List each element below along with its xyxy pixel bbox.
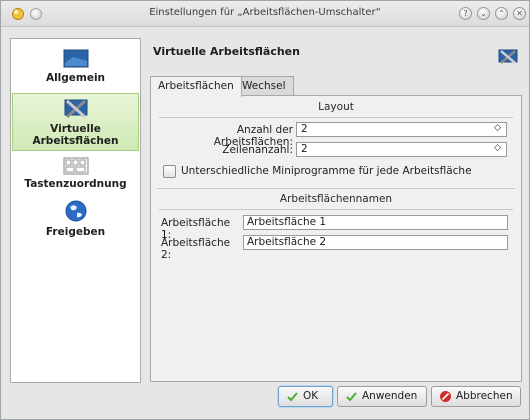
keyboard-icon [63, 157, 88, 175]
tab-label: Wechsel [242, 80, 286, 92]
row-count-value: 2 [301, 143, 308, 155]
layout-divider [159, 117, 513, 118]
row-count-spinbox[interactable]: 2 ◇ [296, 142, 507, 157]
names-heading: Arbeitsflächennamen [279, 193, 393, 205]
minimize-button[interactable]: ⌄ [477, 7, 490, 20]
maximize-button[interactable]: ⌃ [495, 7, 508, 20]
tab-arbeitsflaechen[interactable]: Arbeitsflächen [150, 76, 242, 97]
sidebar-item-tastenzuordnung[interactable]: Tastenzuordnung [12, 157, 139, 197]
different-widgets-checkbox[interactable] [163, 165, 176, 178]
category-sidebar: Allgemein Virtuelle Arbeitsflächen Taste… [10, 38, 141, 383]
ok-label: OK [303, 390, 319, 402]
cancel-icon [440, 391, 451, 402]
desktop-name-input-2[interactable]: Arbeitsfläche 2 [243, 235, 508, 250]
desktop-count-value: 2 [301, 123, 308, 135]
title-bar[interactable]: Einstellungen für „Arbeitsflächen-Umscha… [1, 1, 529, 27]
sidebar-item-virtuelle-arbeitsflaechen[interactable]: Virtuelle Arbeitsflächen [12, 93, 139, 151]
tab-panel: Layout Anzahl der Arbeitsflächen: 2 ◇ Ze… [150, 95, 522, 382]
window-title: Einstellungen für „Arbeitsflächen-Umscha… [149, 7, 381, 18]
cancel-button[interactable]: Abbrechen [431, 386, 521, 407]
different-widgets-label[interactable]: Unterschiedliche Miniprogramme für jede … [181, 165, 472, 177]
spin-arrows-icon[interactable]: ◇ [494, 142, 501, 155]
settings-window: Einstellungen für „Arbeitsflächen-Umscha… [0, 0, 530, 420]
sidebar-item-label: Freigeben [45, 226, 106, 238]
apply-button[interactable]: Anwenden [337, 386, 427, 407]
monitor-icon [63, 49, 88, 68]
row-count-label: Zeilenanzahl: [222, 144, 293, 156]
ok-button[interactable]: OK [278, 386, 333, 407]
sidebar-item-label: Virtuelle Arbeitsflächen [32, 123, 119, 147]
names-divider [159, 209, 513, 210]
desktop-tools-icon [498, 49, 518, 64]
apply-label: Anwenden [362, 390, 418, 402]
close-button[interactable]: ✕ [513, 7, 526, 20]
sidebar-item-freigeben[interactable]: Freigeben [12, 199, 139, 239]
cancel-label: Abbrechen [456, 390, 513, 402]
globe-icon [65, 200, 86, 222]
desktop-count-spinbox[interactable]: 2 ◇ [296, 122, 507, 137]
spin-arrows-icon[interactable]: ◇ [494, 122, 501, 135]
sticky-button[interactable] [30, 8, 42, 20]
group-separator [157, 188, 515, 189]
checkmark-icon [287, 392, 298, 402]
tab-label: Arbeitsflächen [158, 80, 234, 92]
layout-heading: Layout [318, 101, 354, 113]
app-menu-icon[interactable] [11, 7, 25, 21]
page-title: Virtuelle Arbeitsflächen [153, 45, 300, 58]
tab-wechsel[interactable]: Wechsel [234, 76, 294, 96]
desktop-name-label-2: Arbeitsfläche 2: [161, 237, 231, 261]
sidebar-item-label: Allgemein [45, 72, 106, 84]
sidebar-item-allgemein[interactable]: Allgemein [12, 49, 139, 95]
sidebar-item-label: Tastenzuordnung [24, 178, 127, 190]
checkmark-icon [346, 392, 357, 402]
desktop-name-input-1[interactable]: Arbeitsfläche 1 [243, 215, 508, 230]
desktop-tools-icon [64, 99, 87, 119]
help-button[interactable]: ? [459, 7, 472, 20]
